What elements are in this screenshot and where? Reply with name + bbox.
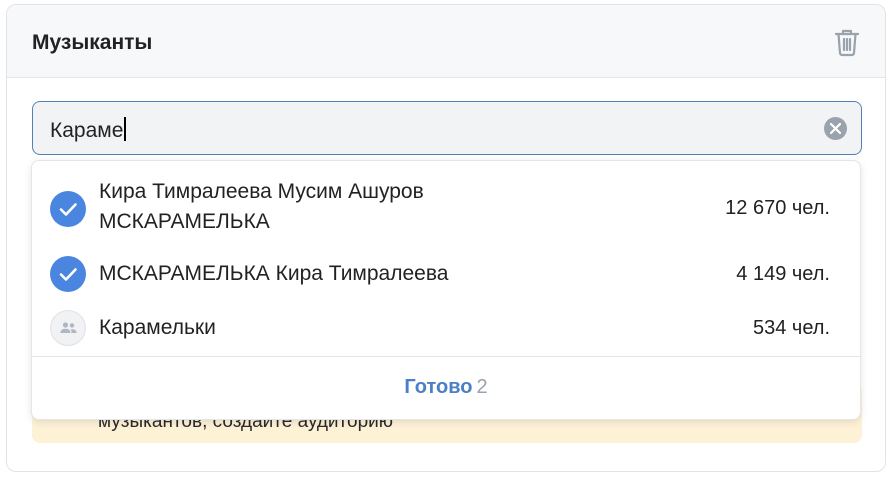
people-icon: [60, 322, 77, 333]
search-input-value[interactable]: Караме: [50, 117, 126, 143]
result-option[interactable]: МСКАРАМЕЛЬКА Кира Тимралеева 4 149 чел.: [32, 251, 860, 297]
card-header: Музыканты: [7, 5, 885, 78]
done-button[interactable]: Готово 2: [32, 376, 860, 399]
close-icon: [830, 123, 841, 134]
result-option-label: МСКАРАМЕЛЬКА Кира Тимралеева: [99, 262, 449, 285]
result-option-label: Карамельки: [99, 316, 216, 339]
delete-button[interactable]: [833, 27, 861, 57]
result-option-count: 4 149 чел.: [736, 263, 830, 285]
result-option-count: 12 670 чел.: [725, 197, 830, 219]
dropdown-footer: Готово 2: [32, 356, 860, 419]
selected-count: 2: [476, 376, 488, 398]
text-caret: [124, 117, 126, 141]
group-avatar: [50, 310, 86, 346]
check-icon: [59, 203, 77, 216]
checkbox-checked[interactable]: [50, 191, 86, 227]
card-title: Музыканты: [32, 31, 153, 54]
search-results-dropdown: Кира Тимралеева Мусим Ашуров МСКАРАМЕЛЬК…: [31, 160, 861, 420]
checkbox-checked[interactable]: [50, 256, 86, 292]
done-button-label: Готово: [404, 376, 473, 398]
search-input[interactable]: Караме: [32, 101, 862, 155]
result-option-label: Кира Тимралеева Мусим Ашуров МСКАРАМЕЛЬК…: [99, 180, 424, 233]
clear-search-button[interactable]: [824, 117, 847, 140]
trash-icon: [834, 29, 860, 57]
check-icon: [59, 268, 77, 281]
result-option-count: 534 чел.: [752, 317, 830, 339]
result-option[interactable]: Кира Тимралеева Мусим Ашуров МСКАРАМЕЛЬК…: [32, 175, 860, 243]
result-option[interactable]: Карамельки 534 чел.: [32, 305, 860, 351]
